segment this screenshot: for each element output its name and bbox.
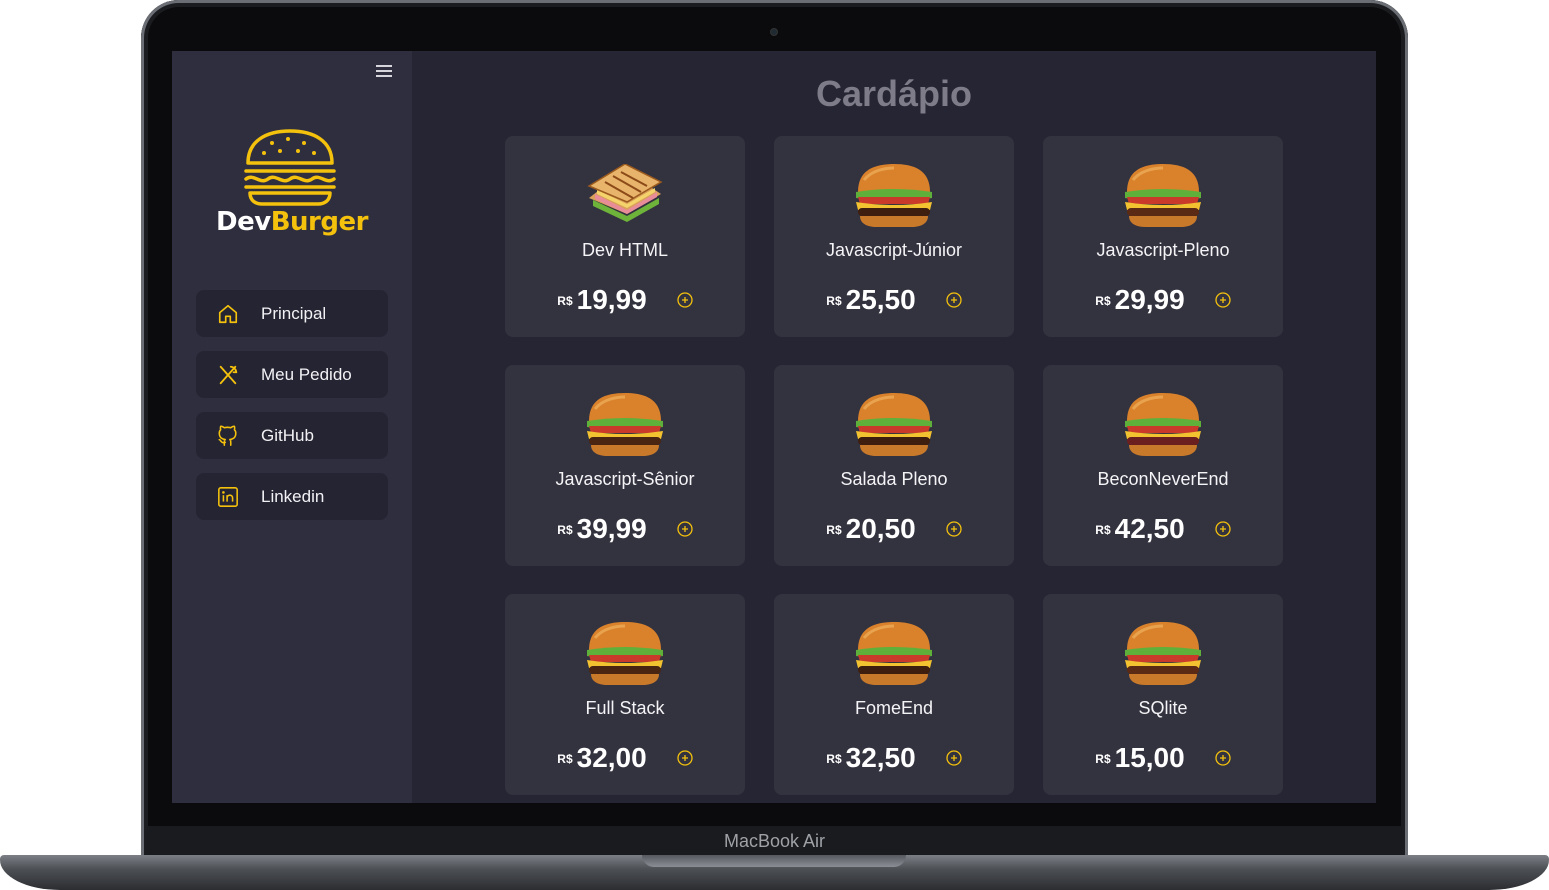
github-icon xyxy=(216,424,240,448)
product-name: SQlite xyxy=(1138,698,1188,718)
product-price: 32,50 xyxy=(845,742,916,773)
product-name: Salada Pleno xyxy=(840,469,948,489)
sidebar-item-meu-pedido[interactable]: Meu Pedido xyxy=(196,351,388,398)
sidebar-item-label: Principal xyxy=(261,303,327,323)
sidebar-item-github[interactable]: GitHub xyxy=(196,412,388,459)
sidebar-item-linkedin[interactable]: Linkedin xyxy=(196,473,388,520)
burger-image xyxy=(774,162,1014,228)
burger-image xyxy=(1043,162,1283,228)
product-name: Dev HTML xyxy=(581,240,668,260)
price-row: R$ 42,50 xyxy=(1043,513,1283,545)
burger-image xyxy=(774,620,1014,686)
product-name: Full Stack xyxy=(585,698,665,718)
brand-logo-first: Dev xyxy=(216,207,271,237)
price-row: R$ 19,99 xyxy=(505,284,745,316)
currency-symbol: R$ xyxy=(826,294,842,308)
add-to-cart-icon[interactable] xyxy=(946,521,962,537)
brand-logo-second: Burger xyxy=(270,207,369,237)
sidebar-item-label: Meu Pedido xyxy=(261,364,352,384)
add-to-cart-icon[interactable] xyxy=(677,292,693,308)
currency-symbol: R$ xyxy=(1095,752,1111,766)
add-to-cart-icon[interactable] xyxy=(1215,292,1231,308)
menu-card[interactable]: Full Stack R$ 32,00 xyxy=(505,594,745,795)
price-row: R$ 15,00 xyxy=(1043,742,1283,774)
burger-image xyxy=(505,391,745,457)
product-name: Javascript-Júnior xyxy=(825,240,963,260)
device-label: MacBook Air xyxy=(723,831,826,851)
camera xyxy=(770,28,778,36)
currency-symbol: R$ xyxy=(557,523,573,537)
price-row: R$ 29,99 xyxy=(1043,284,1283,316)
add-to-cart-icon[interactable] xyxy=(946,750,962,766)
product-price: 19,99 xyxy=(576,284,647,315)
price-row: R$ 32,00 xyxy=(505,742,745,774)
add-to-cart-icon[interactable] xyxy=(946,292,962,308)
menu-card[interactable]: SQlite R$ 15,00 xyxy=(1043,594,1283,795)
currency-symbol: R$ xyxy=(557,752,573,766)
add-to-cart-icon[interactable] xyxy=(1215,750,1231,766)
menu-card[interactable]: Javascript-Sênior R$ 39,99 xyxy=(505,365,745,566)
sidebar-nav: Principal Meu Pedido GitHub Linkedin xyxy=(196,290,388,534)
menu-card[interactable]: Salada Pleno R$ 20,50 xyxy=(774,365,1014,566)
burger-image xyxy=(774,391,1014,457)
menu-card[interactable]: Javascript-Pleno R$ 29,99 xyxy=(1043,136,1283,337)
product-name: FomeEnd xyxy=(854,698,934,718)
hamburger-menu-icon[interactable] xyxy=(375,63,393,79)
brand-logo: DevBurger xyxy=(172,207,412,237)
product-name: Javascript-Pleno xyxy=(1096,240,1230,260)
sidebar-item-principal[interactable]: Principal xyxy=(196,290,388,337)
price-row: R$ 25,50 xyxy=(774,284,1014,316)
product-price: 32,00 xyxy=(576,742,647,773)
product-price: 15,00 xyxy=(1114,742,1185,773)
burger-image xyxy=(1043,391,1283,457)
menu-grid: Dev HTML R$ 19,99 Javascript-Júnior R$ 2… xyxy=(505,136,1283,795)
currency-symbol: R$ xyxy=(1095,294,1111,308)
laptop-notch xyxy=(642,855,906,867)
burger-image xyxy=(505,620,745,686)
add-to-cart-icon[interactable] xyxy=(677,750,693,766)
product-price: 29,99 xyxy=(1114,284,1185,315)
currency-symbol: R$ xyxy=(826,752,842,766)
price-row: R$ 20,50 xyxy=(774,513,1014,545)
utensils-icon xyxy=(216,363,240,387)
price-row: R$ 32,50 xyxy=(774,742,1014,774)
currency-symbol: R$ xyxy=(557,294,573,308)
sidebar: DevBurger Principal Meu Pedido GitHub Li… xyxy=(172,51,412,803)
add-to-cart-icon[interactable] xyxy=(677,521,693,537)
price-row: R$ 39,99 xyxy=(505,513,745,545)
burger-image xyxy=(1043,620,1283,686)
menu-card[interactable]: BeconNeverEnd R$ 42,50 xyxy=(1043,365,1283,566)
page-title: Cardápio xyxy=(815,73,973,114)
currency-symbol: R$ xyxy=(826,523,842,537)
currency-symbol: R$ xyxy=(1095,523,1111,537)
sidebar-item-label: GitHub xyxy=(261,425,314,445)
sandwich-image xyxy=(505,162,745,228)
linkedin-icon xyxy=(216,485,240,509)
product-price: 25,50 xyxy=(845,284,916,315)
home-icon xyxy=(216,302,240,326)
product-price: 39,99 xyxy=(576,513,647,544)
menu-card[interactable]: FomeEnd R$ 32,50 xyxy=(774,594,1014,795)
menu-card[interactable]: Dev HTML R$ 19,99 xyxy=(505,136,745,337)
product-name: Javascript-Sênior xyxy=(555,469,695,489)
product-name: BeconNeverEnd xyxy=(1097,469,1229,489)
sidebar-item-label: Linkedin xyxy=(261,486,325,506)
add-to-cart-icon[interactable] xyxy=(1215,521,1231,537)
app-screen: DevBurger Principal Meu Pedido GitHub Li… xyxy=(172,51,1376,803)
product-price: 20,50 xyxy=(845,513,916,544)
burger-logo-icon xyxy=(244,129,336,206)
menu-card[interactable]: Javascript-Júnior R$ 25,50 xyxy=(774,136,1014,337)
product-price: 42,50 xyxy=(1114,513,1185,544)
